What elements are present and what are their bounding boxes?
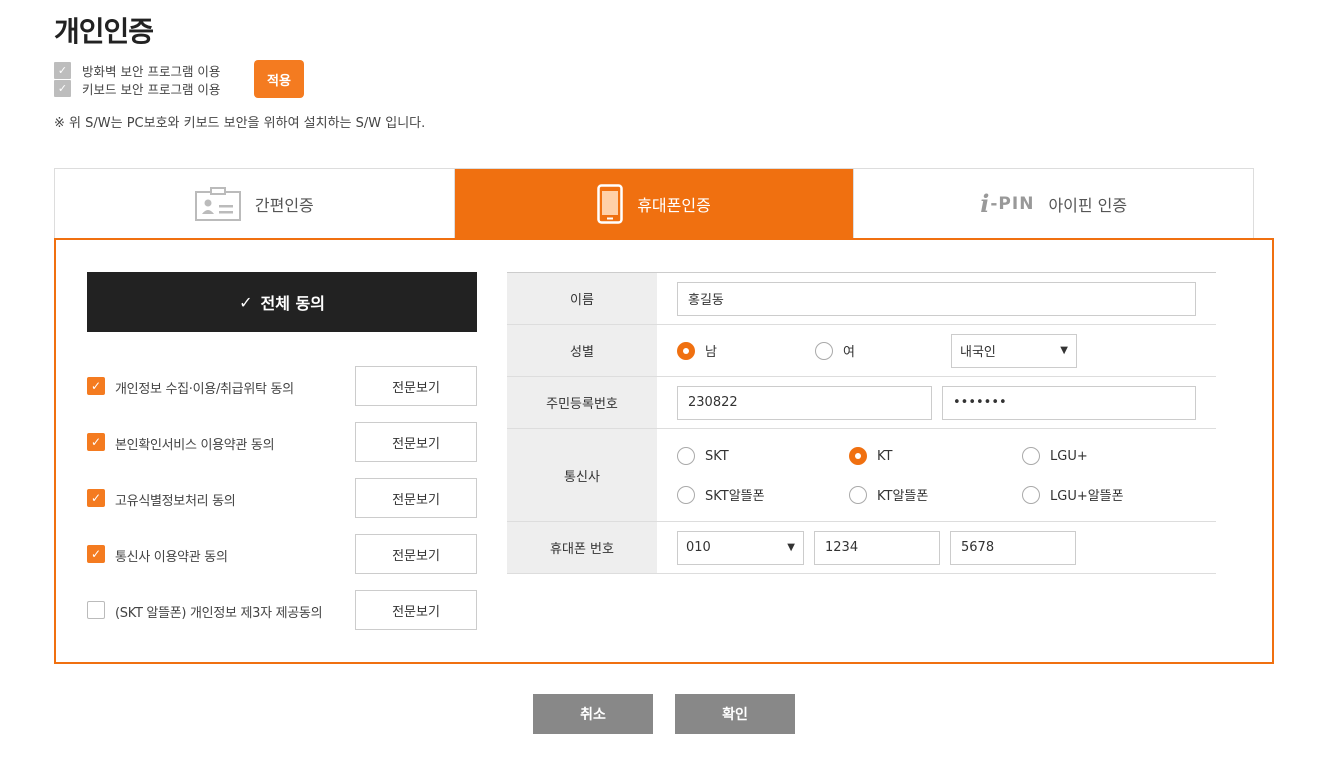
gender-male-label: 남 bbox=[705, 345, 717, 360]
gender-row: 성별 남 여 내국인 ▼ bbox=[507, 325, 1216, 377]
view-full-button[interactable]: 전문보기 bbox=[355, 478, 477, 518]
phone-last-input[interactable] bbox=[950, 530, 1076, 565]
tab-phone-auth-label: 휴대폰인증 bbox=[637, 195, 711, 215]
carrier-skt-mvno-radio[interactable]: SKT알뜰폰 bbox=[677, 485, 765, 504]
view-full-button[interactable]: 전문보기 bbox=[355, 366, 477, 406]
term-label: 개인정보 수집·이용/취급위탁 동의 bbox=[115, 382, 294, 397]
phone-row: 휴대폰 번호 010 ▼ bbox=[507, 522, 1216, 574]
view-full-button[interactable]: 전문보기 bbox=[355, 422, 477, 462]
phone-label: 휴대폰 번호 bbox=[507, 522, 657, 573]
radio-dot[interactable] bbox=[677, 447, 695, 465]
term-item: ✓ 개인정보 수집·이용/취급위탁 동의 전문보기 bbox=[87, 366, 477, 422]
carrier-option-label: KT bbox=[877, 448, 893, 464]
tab-phone-auth[interactable]: 휴대폰인증 bbox=[453, 169, 854, 238]
radio-dot[interactable] bbox=[849, 485, 867, 504]
term-label: 통신사 이용약관 동의 bbox=[115, 550, 228, 565]
nationality-value: 내국인 bbox=[960, 345, 996, 360]
radio-dot[interactable] bbox=[677, 341, 695, 360]
carrier-row: 통신사 SKT KT LGU+ SKT알뜰폰 KT알뜰폰 LGU+알뜰폰 bbox=[507, 429, 1216, 522]
terms-list: ✓ 개인정보 수집·이용/취급위탁 동의 전문보기 ✓ 본인확인서비스 이용약관… bbox=[87, 366, 477, 646]
rrn-label: 주민등록번호 bbox=[507, 377, 657, 428]
carrier-kt-radio[interactable]: KT bbox=[849, 447, 892, 465]
keyboard-checkbox[interactable]: ✓ bbox=[54, 80, 71, 97]
gender-male-radio[interactable]: 남 bbox=[677, 341, 717, 360]
radio-dot[interactable] bbox=[815, 341, 833, 360]
name-row: 이름 bbox=[507, 273, 1216, 325]
term-label: 고유식별정보처리 동의 bbox=[115, 494, 236, 509]
term-item: ✓ 통신사 이용약관 동의 전문보기 bbox=[87, 534, 477, 590]
carrier-lgu-mvno-radio[interactable]: LGU+알뜰폰 bbox=[1022, 485, 1124, 504]
ipin-logo-pin: -PIN bbox=[990, 193, 1035, 214]
tab-ipin-auth-label: 아이핀 인증 bbox=[1048, 195, 1128, 215]
radio-dot[interactable] bbox=[1022, 485, 1040, 504]
mobile-phone-icon bbox=[597, 183, 623, 224]
firewall-option[interactable]: ✓ 방화벽 보안 프로그램 이용 bbox=[54, 61, 220, 80]
ipin-logo-i: i bbox=[980, 189, 991, 218]
tab-ipin-auth[interactable]: i -PIN 아이핀 인증 bbox=[853, 169, 1254, 238]
chevron-down-icon: ▼ bbox=[1060, 345, 1068, 356]
agree-all-label: 전체 동의 bbox=[260, 294, 325, 313]
term-checkbox[interactable]: ✓ bbox=[87, 377, 105, 395]
view-full-button[interactable]: 전문보기 bbox=[355, 590, 477, 630]
gender-label: 성별 bbox=[507, 325, 657, 376]
phone-auth-panel: ✓ 전체 동의 ✓ 개인정보 수집·이용/취급위탁 동의 전문보기 ✓ 본인확인… bbox=[54, 238, 1274, 664]
term-checkbox[interactable] bbox=[87, 601, 105, 619]
gender-female-label: 여 bbox=[843, 345, 855, 360]
check-icon: ✓ bbox=[239, 292, 253, 312]
term-checkbox[interactable]: ✓ bbox=[87, 545, 105, 563]
carrier-option-label: LGU+알뜰폰 bbox=[1050, 489, 1124, 504]
ipin-logo-icon: i -PIN bbox=[980, 189, 1034, 218]
tab-simple-auth-label: 간편인증 bbox=[254, 195, 314, 215]
confirm-button[interactable]: 확인 bbox=[675, 694, 795, 734]
name-input[interactable] bbox=[677, 281, 1196, 316]
radio-dot[interactable] bbox=[849, 447, 867, 465]
firewall-checkbox[interactable]: ✓ bbox=[54, 62, 71, 79]
radio-dot[interactable] bbox=[1022, 447, 1040, 465]
term-label: 본인확인서비스 이용약관 동의 bbox=[115, 438, 275, 453]
carrier-skt-radio[interactable]: SKT bbox=[677, 447, 729, 465]
phone-prefix-value: 010 bbox=[686, 540, 711, 555]
term-item: (SKT 알뜰폰) 개인정보 제3자 제공동의 전문보기 bbox=[87, 590, 477, 646]
chevron-down-icon: ▼ bbox=[787, 542, 795, 553]
security-notice: ※ 위 S/W는 PC보호와 키보드 보안을 위하여 설치하는 S/W 입니다. bbox=[54, 116, 426, 131]
cancel-button[interactable]: 취소 bbox=[533, 694, 653, 734]
id-card-icon bbox=[194, 186, 241, 221]
name-label: 이름 bbox=[507, 273, 657, 324]
carrier-label: 통신사 bbox=[507, 429, 657, 521]
phone-middle-input[interactable] bbox=[814, 530, 940, 565]
term-item: ✓ 고유식별정보처리 동의 전문보기 bbox=[87, 478, 477, 534]
rrn-back-input[interactable] bbox=[942, 385, 1196, 420]
apply-button[interactable]: 적용 bbox=[254, 60, 304, 98]
carrier-lgu-radio[interactable]: LGU+ bbox=[1022, 447, 1088, 465]
tab-simple-auth[interactable]: 간편인증 bbox=[55, 169, 454, 238]
auth-tabs: 간편인증 휴대폰인증 i -PIN 아이핀 인증 bbox=[54, 168, 1254, 238]
phone-prefix-select[interactable]: 010 ▼ bbox=[677, 530, 804, 565]
nationality-select[interactable]: 내국인 ▼ bbox=[951, 333, 1077, 368]
rrn-row: 주민등록번호 bbox=[507, 377, 1216, 429]
term-checkbox[interactable]: ✓ bbox=[87, 489, 105, 507]
keyboard-option[interactable]: ✓ 키보드 보안 프로그램 이용 bbox=[54, 79, 220, 98]
firewall-label: 방화벽 보안 프로그램 이용 bbox=[82, 64, 221, 79]
keyboard-label: 키보드 보안 프로그램 이용 bbox=[82, 82, 221, 97]
term-label: (SKT 알뜰폰) 개인정보 제3자 제공동의 bbox=[115, 606, 323, 621]
carrier-option-label: KT알뜰폰 bbox=[877, 489, 929, 504]
rrn-front-input[interactable] bbox=[677, 385, 932, 420]
term-checkbox[interactable]: ✓ bbox=[87, 433, 105, 451]
carrier-kt-mvno-radio[interactable]: KT알뜰폰 bbox=[849, 485, 928, 504]
agree-all-button[interactable]: ✓ 전체 동의 bbox=[87, 272, 477, 332]
identity-form: 이름 성별 남 여 내국인 ▼ bbox=[507, 272, 1216, 574]
page-title: 개인인증 bbox=[54, 15, 154, 48]
radio-dot[interactable] bbox=[677, 485, 695, 504]
view-full-button[interactable]: 전문보기 bbox=[355, 534, 477, 574]
gender-female-radio[interactable]: 여 bbox=[815, 341, 855, 360]
term-item: ✓ 본인확인서비스 이용약관 동의 전문보기 bbox=[87, 422, 477, 478]
carrier-option-label: SKT알뜰폰 bbox=[705, 489, 765, 504]
carrier-option-label: LGU+ bbox=[1050, 448, 1088, 464]
carrier-option-label: SKT bbox=[705, 448, 729, 464]
